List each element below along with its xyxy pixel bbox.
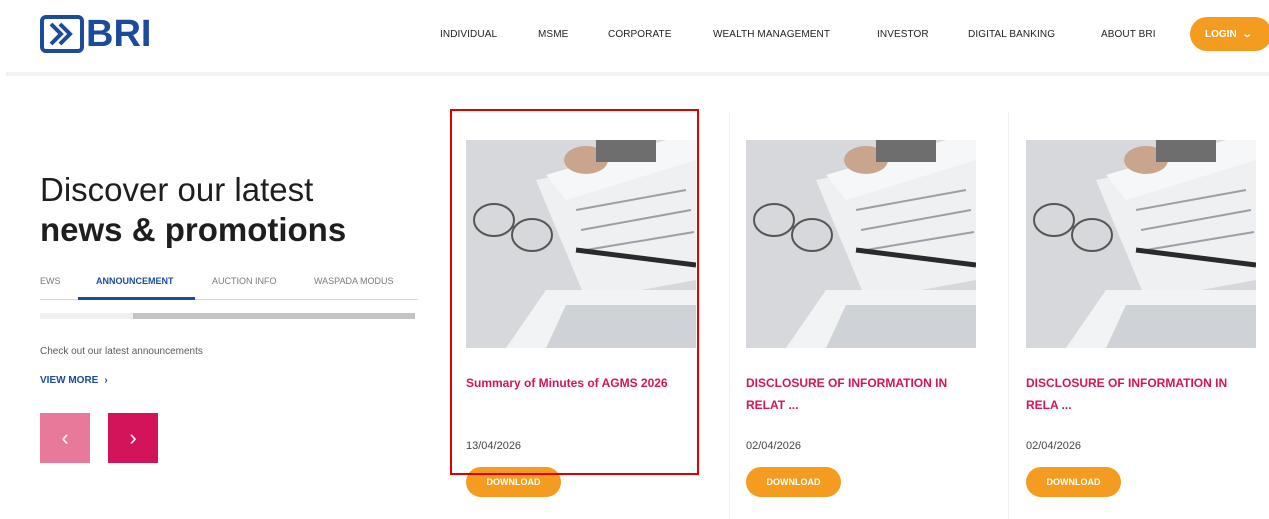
- carousel-next-button[interactable]: ›: [108, 413, 158, 463]
- document-photo-icon: [1026, 140, 1256, 348]
- carousel-prev-button[interactable]: ‹: [40, 413, 90, 463]
- chevron-right-icon: ›: [104, 375, 108, 386]
- nav-digital-banking[interactable]: DIGITAL BANKING: [968, 29, 1055, 40]
- bri-logo[interactable]: BRI: [40, 14, 151, 54]
- header-divider: [6, 72, 1269, 76]
- nav-corporate[interactable]: CORPORATE: [608, 29, 672, 40]
- nav-individual[interactable]: INDIVIDUAL: [440, 29, 497, 40]
- tab-ews[interactable]: EWS: [40, 276, 61, 286]
- chevron-left-icon: ‹: [61, 425, 69, 450]
- view-more-link[interactable]: VIEW MORE ›: [40, 375, 108, 386]
- login-label: LOGIN: [1205, 28, 1237, 40]
- heading-line-2: news & promotions: [40, 211, 347, 248]
- nav-investor[interactable]: INVESTOR: [877, 29, 929, 40]
- tab-auction-info[interactable]: AUCTION INFO: [212, 276, 277, 286]
- site-header: BRI INDIVIDUAL MSME CORPORATE WEALTH MAN…: [0, 0, 1269, 74]
- document-photo-icon: [746, 140, 976, 348]
- tab-announcement[interactable]: ANNOUNCEMENT: [96, 276, 174, 286]
- card-image[interactable]: [466, 140, 696, 348]
- heading-line-1: Discover our latest: [40, 171, 314, 208]
- card-title[interactable]: DISCLOSURE OF INFORMATION IN RELAT ...: [746, 372, 978, 416]
- download-button[interactable]: DOWNLOAD: [466, 467, 561, 497]
- card-image[interactable]: [746, 140, 976, 348]
- section-heading: Discover our latest news & promotions: [40, 170, 346, 250]
- card-date: 13/04/2026: [466, 440, 522, 452]
- logo-text: BRI: [86, 13, 152, 55]
- view-more-label: VIEW MORE: [40, 375, 99, 386]
- card-title[interactable]: Summary of Minutes of AGMS 2026: [466, 372, 698, 394]
- chevron-down-icon: ⌄: [1241, 28, 1253, 40]
- card-date: 02/04/2026: [1026, 440, 1082, 452]
- tabs-scrollbar-thumb[interactable]: [133, 313, 415, 319]
- active-tab-indicator: [78, 297, 195, 300]
- document-photo-icon: [466, 140, 696, 348]
- card-date: 02/04/2026: [746, 440, 802, 452]
- section-description: Check out our latest announcements: [40, 346, 203, 357]
- bri-logo-icon: [40, 15, 84, 53]
- card-divider: [1008, 112, 1009, 519]
- card-divider: [729, 112, 730, 519]
- nav-wealth-management[interactable]: WEALTH MANAGEMENT: [713, 29, 830, 40]
- nav-about-bri[interactable]: ABOUT BRI: [1101, 29, 1156, 40]
- tab-waspada-modus[interactable]: WASPADA MODUS: [314, 276, 394, 286]
- card-image[interactable]: [1026, 140, 1256, 348]
- login-button[interactable]: LOGIN ⌄: [1190, 17, 1269, 51]
- card-title[interactable]: DISCLOSURE OF INFORMATION IN RELA ...: [1026, 372, 1258, 416]
- download-button[interactable]: DOWNLOAD: [1026, 467, 1121, 497]
- chevron-right-icon: ›: [129, 425, 137, 450]
- download-button[interactable]: DOWNLOAD: [746, 467, 841, 497]
- nav-msme[interactable]: MSME: [538, 29, 568, 40]
